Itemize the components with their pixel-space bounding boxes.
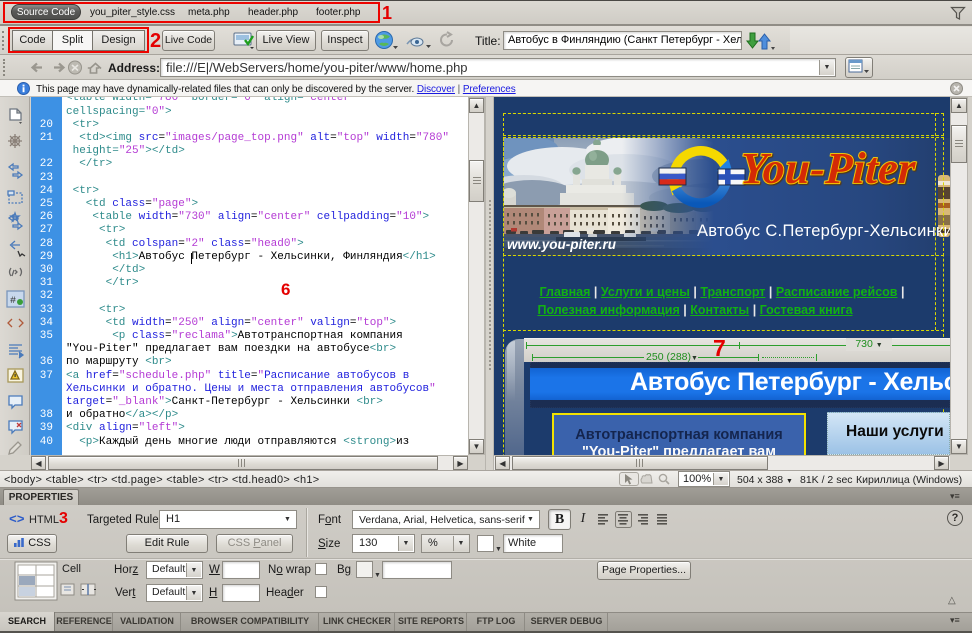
svg-text:#: # (10, 296, 16, 307)
